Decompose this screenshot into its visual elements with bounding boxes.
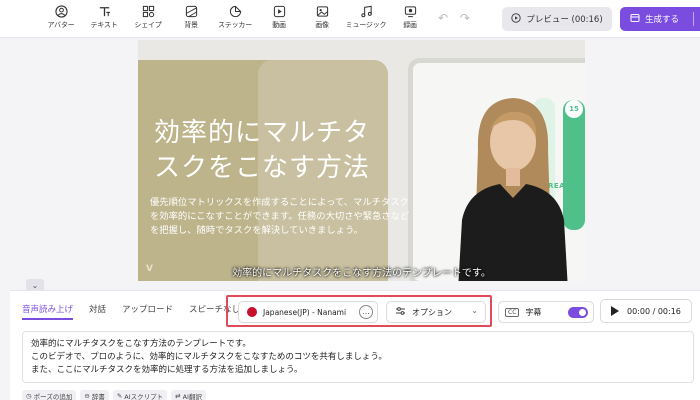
caption-toggle-box: CC 字幕 (498, 301, 594, 323)
avatar-tool[interactable]: アバター (39, 4, 83, 34)
undo-icon[interactable]: ↶ (438, 11, 448, 25)
chevron-down-icon: ⌄ (31, 280, 39, 290)
shape-tool[interactable]: シェイプ (126, 4, 170, 34)
sticker-icon (228, 4, 242, 18)
caption-label: 字幕 (525, 307, 542, 317)
dictionary-label: 辞書 (91, 392, 105, 400)
more-options-icon[interactable]: … (359, 305, 373, 319)
shape-tool-label: シェイプ (134, 21, 162, 29)
ai-script-label: AIスクリプト (124, 392, 164, 400)
cc-icon: CC (505, 307, 520, 317)
image-icon (315, 4, 329, 18)
record-tool[interactable]: 録画 (388, 4, 432, 34)
top-toolbar: アバター テキスト シェイプ 背景 ステッカー 動画 画像 ミュージック 録画 … (0, 0, 700, 38)
canvas-area: 15 READING 効率的にマルチタスクをこなす方法 優先順位マトリックスを作… (10, 38, 700, 281)
voice-label: Japanese(JP) - Nanami (263, 307, 347, 317)
ai-translate-button[interactable]: ⇄ AI翻訳 (171, 390, 206, 400)
chevron-down-icon: ⌄ (471, 306, 478, 315)
redo-icon[interactable]: ↷ (460, 11, 470, 25)
image-tool-label: 画像 (315, 21, 329, 29)
avatar-tool-label: アバター (47, 21, 75, 29)
options-dropdown[interactable]: オプション ⌄ (386, 301, 486, 323)
caption-toggle[interactable] (568, 307, 588, 318)
ai-script-button[interactable]: ✎ AIスクリプト (112, 390, 168, 400)
tab-upload[interactable]: アップロード (122, 303, 173, 320)
script-tabs: 音声読み上げ 対話 アップロード スピーチなし (22, 303, 256, 320)
script-textarea[interactable]: 効率的にマルチタスクをこなす方法のテンプレートです。 このビデオで、プロのように… (22, 331, 694, 383)
text-tool[interactable]: テキスト (82, 4, 126, 34)
options-label: オプション (412, 307, 452, 317)
music-tool-label: ミュージック (345, 21, 387, 29)
script-tools-row: ◷ ポーズの追加 ⊖ 辞書 ✎ AIスクリプト ⇄ AI翻訳 (22, 390, 206, 400)
record-tool-label: 録画 (403, 21, 417, 29)
generate-divider (693, 12, 694, 26)
japan-flag-icon (247, 307, 257, 317)
ai-script-icon: ✎ (116, 391, 123, 400)
shape-icon (141, 4, 155, 18)
record-icon (403, 4, 417, 18)
background-tool[interactable]: 背景 (169, 4, 213, 34)
text-tool-label: テキスト (90, 21, 118, 29)
add-pause-button[interactable]: ◷ ポーズの追加 (22, 390, 77, 400)
sticker-tool[interactable]: ステッカー (213, 4, 257, 34)
script-line: また、ここにマルチタスクを効率的に処理する方法を追加しましょう。 (31, 365, 303, 375)
tab-text-to-speech[interactable]: 音声読み上げ (22, 303, 74, 320)
preview-icon (511, 12, 522, 26)
image-tool[interactable]: 画像 (300, 4, 344, 34)
player-time: 00:00 / 00:16 (627, 306, 681, 316)
avatar-icon (54, 4, 68, 18)
slide-title: 効率的にマルチタスクをこなす方法 (154, 118, 371, 183)
generate-icon (630, 13, 640, 26)
music-icon (359, 4, 373, 18)
script-panel: 音声読み上げ 対話 アップロード スピーチなし Japanese(JP) - N… (10, 290, 700, 400)
sticker-tool-label: ステッカー (218, 21, 252, 29)
slide-body-text: 優先順位マトリックスを作成することによって、マルチタスクを効率的にこなすことがで… (150, 197, 410, 236)
pause-icon: ◷ (26, 391, 32, 400)
ai-translate-icon: ⇄ (175, 391, 181, 400)
add-pause-label: ポーズの追加 (33, 392, 73, 400)
presenter-avatar (458, 98, 568, 281)
video-icon (272, 4, 286, 18)
music-tool[interactable]: ミュージック (344, 4, 388, 34)
play-icon[interactable] (611, 306, 619, 316)
dictionary-icon: ⊖ (84, 391, 90, 400)
background-tool-label: 背景 (184, 21, 198, 29)
dictionary-button[interactable]: ⊖ 辞書 (80, 390, 109, 400)
generate-button[interactable]: 生成する (620, 7, 700, 31)
video-tool[interactable]: 動画 (257, 4, 301, 34)
background-icon (184, 4, 198, 18)
tab-dialogue[interactable]: 対話 (89, 303, 106, 320)
preview-label: プレビュー (00:16) (526, 15, 603, 25)
video-tool-label: 動画 (272, 21, 286, 29)
audio-player: 00:00 / 00:16 (600, 299, 692, 323)
sliders-icon (395, 306, 406, 318)
slide-subtitle: 効率的にマルチタスクをこなす方法のテンプレートです。 (232, 268, 491, 279)
voice-selector[interactable]: Japanese(JP) - Nanami … (238, 301, 378, 323)
script-line: このビデオで、プロのように、効率的にマルチタスクをこなすためのコツを共有しましょ… (31, 352, 387, 362)
preview-button[interactable]: プレビュー (00:16) (502, 7, 612, 31)
slide-preview[interactable]: 15 READING 効率的にマルチタスクをこなす方法 優先順位マトリックスを作… (138, 40, 585, 281)
generate-label: 生成する (645, 15, 680, 25)
ai-translate-label: AI翻訳 (182, 392, 202, 400)
script-line: 効率的にマルチタスクをこなす方法のテンプレートです。 (31, 339, 251, 349)
text-icon (97, 4, 111, 18)
